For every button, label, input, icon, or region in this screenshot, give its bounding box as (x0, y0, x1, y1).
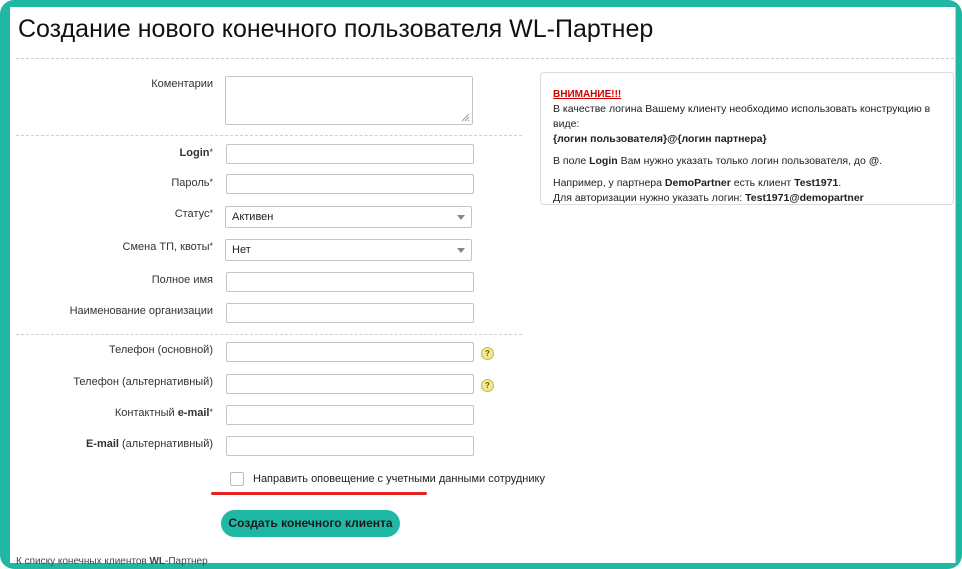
notify-checkbox-label[interactable]: Направить оповещение с учетными данными … (253, 473, 545, 485)
email-label: Контактный e-mail* (114, 407, 213, 419)
notice-line5: Для авторизации нужно указать логин: Tes… (553, 192, 864, 204)
back-to-list-link[interactable]: К списку конечных клиентов WL-Партнер (16, 556, 208, 567)
notice-box: ВНИМАНИЕ!!! В качестве логина Вашему кли… (540, 72, 954, 205)
phone-alt-input[interactable] (226, 374, 474, 394)
title-divider (16, 58, 954, 59)
tp-change-selected-value: Нет (232, 244, 251, 256)
status-selected-value: Активен (232, 211, 274, 223)
org-name-input[interactable] (226, 303, 474, 323)
help-icon[interactable]: ? (481, 379, 494, 392)
notice-line1: В качестве логина Вашему клиенту необход… (553, 103, 931, 130)
help-icon[interactable]: ? (481, 347, 494, 360)
login-input[interactable] (226, 144, 474, 164)
password-label: Пароль* (171, 177, 213, 189)
status-label: Статус* (174, 208, 213, 220)
section-divider (16, 135, 522, 136)
highlight-underline (211, 492, 427, 495)
password-input[interactable] (226, 174, 474, 194)
notice-line3: В поле Login Вам нужно указать только ло… (553, 155, 882, 167)
phone-main-input[interactable] (226, 342, 474, 362)
status-select[interactable]: Активен (225, 206, 472, 228)
tp-change-select[interactable]: Нет (225, 239, 472, 261)
notice-title: ВНИМАНИЕ!!! (553, 89, 622, 100)
page-title: Создание нового конечного пользователя W… (18, 15, 654, 43)
login-label: Login* (179, 147, 213, 159)
notice-line4: Например, у партнера DemoPartner есть кл… (553, 177, 842, 189)
email-alt-label: E-mail (альтернативный) (85, 438, 213, 450)
email-input[interactable] (226, 405, 474, 425)
create-client-button[interactable]: Создать конечного клиента (221, 510, 400, 537)
content-panel: Создание нового конечного пользователя W… (10, 7, 956, 567)
comments-textarea[interactable] (225, 76, 473, 125)
chevron-down-icon (457, 215, 465, 220)
notice-login-format: {логин пользователя}@{логин партнера} (553, 133, 767, 145)
section-divider (16, 334, 522, 335)
email-alt-input[interactable] (226, 436, 474, 456)
comments-label: Коментарии (151, 78, 213, 90)
org-name-label: Наименование организации (69, 305, 213, 317)
tp-change-label: Смена ТП, квоты* (122, 241, 213, 253)
resize-grip-icon[interactable] (460, 112, 470, 122)
phone-main-label: Телефон (основной) (108, 344, 213, 356)
phone-alt-label: Телефон (альтернативный) (73, 376, 213, 388)
full-name-input[interactable] (226, 272, 474, 292)
chevron-down-icon (457, 248, 465, 253)
notify-checkbox[interactable] (230, 472, 244, 486)
full-name-label: Полное имя (151, 274, 213, 286)
